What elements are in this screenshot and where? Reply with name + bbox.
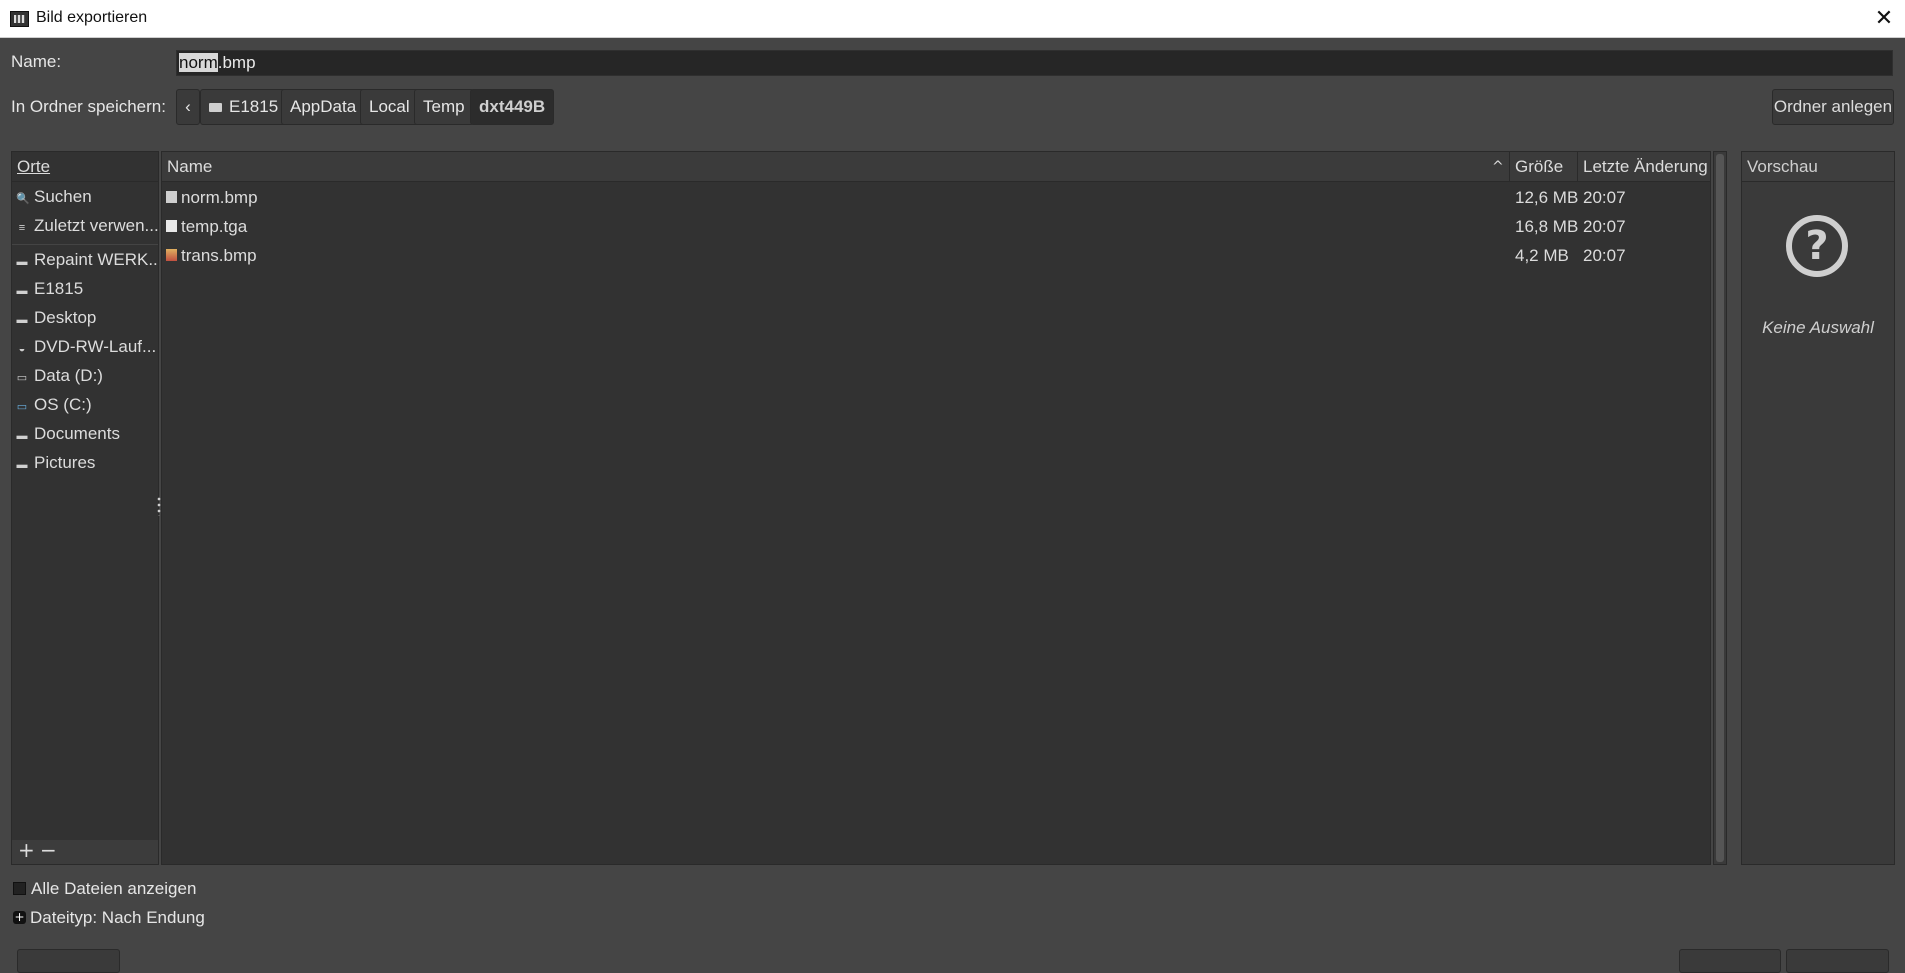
title-bar: Bild exportieren ✕ <box>0 0 1905 38</box>
preview-header: Vorschau <box>1742 152 1894 182</box>
place-label: E1815 <box>34 279 84 298</box>
image-file-icon <box>166 191 177 203</box>
sort-ascending-icon: ^ <box>1492 159 1504 175</box>
preview-panel: Vorschau ? Keine Auswahl <box>1741 151 1895 865</box>
file-type-expander[interactable]: Dateityp: Nach Endung <box>30 908 205 928</box>
folder-icon: ▬ <box>16 459 28 471</box>
image-file-icon <box>166 249 177 261</box>
column-size[interactable]: Größe <box>1510 152 1578 182</box>
file-row[interactable]: norm.bmp 12,6 MB 20:07 <box>162 183 1710 212</box>
place-desktop[interactable]: ▬ Desktop <box>12 304 158 332</box>
filename-rest-part: .bmp <box>217 53 256 72</box>
places-header: Orte <box>12 152 158 182</box>
breadcrumb-local[interactable]: Local <box>360 89 419 125</box>
place-label: Pictures <box>34 453 96 472</box>
place-e1815[interactable]: ▬ E1815 <box>12 275 158 303</box>
breadcrumb-dxt449b[interactable]: dxt449B <box>470 89 555 125</box>
place-search[interactable]: 🔍 Suchen <box>12 183 158 211</box>
file-row[interactable]: temp.tga 16,8 MB 20:07 <box>162 212 1710 241</box>
file-row[interactable]: trans.bmp 4,2 MB 20:07 <box>162 241 1710 270</box>
place-documents[interactable]: ▬ Documents <box>12 420 158 448</box>
help-button[interactable] <box>17 949 120 973</box>
file-name: norm.bmp <box>181 188 258 207</box>
folder-icon: ▬ <box>16 256 28 268</box>
save-folder-label: In Ordner speichern: <box>11 97 166 116</box>
folder-icon <box>209 103 222 112</box>
place-label: OS (C:) <box>34 395 92 414</box>
place-label: DVD-RW-Lauf... <box>34 337 157 356</box>
file-modified: 20:07 <box>1583 188 1626 207</box>
breadcrumb-appdata[interactable]: AppData <box>281 89 366 125</box>
column-name-label: Name <box>167 157 213 176</box>
file-size: 4,2 MB <box>1515 246 1569 265</box>
place-pictures[interactable]: ▬ Pictures <box>12 449 158 477</box>
places-footer: + − <box>12 838 158 864</box>
show-all-files-label[interactable]: Alle Dateien anzeigen <box>31 879 196 899</box>
place-label: Zuletzt verwen... <box>34 216 158 235</box>
file-name: temp.tga <box>181 217 248 236</box>
path-back-button[interactable]: ‹ <box>176 89 200 125</box>
close-icon[interactable]: ✕ <box>1868 4 1900 34</box>
breadcrumb-e1815[interactable]: E1815 <box>200 89 288 125</box>
optical-drive-icon: ◒ <box>18 343 26 355</box>
folder-icon: ▬ <box>16 285 28 297</box>
file-list-header: Name ^ Größe Letzte Änderung <box>162 152 1710 182</box>
app-icon <box>10 11 29 27</box>
window-title: Bild exportieren <box>36 9 148 26</box>
file-name: trans.bmp <box>181 246 257 265</box>
chevron-left-icon: ‹ <box>185 97 191 116</box>
folder-icon: ▬ <box>16 314 28 326</box>
filename-input[interactable]: norm.bmp <box>176 50 1893 76</box>
column-name[interactable]: Name <box>162 152 1510 182</box>
system-drive-icon: ▭ <box>16 401 28 413</box>
place-label: Desktop <box>34 308 97 327</box>
places-sidebar: Orte 🔍 Suchen ≡ Zuletzt verwen... ▬ Repaint… <box>11 151 159 865</box>
column-modified[interactable]: Letzte Änderung <box>1578 152 1710 182</box>
place-dvd[interactable]: ◒ DVD-RW-Lauf... <box>12 333 158 361</box>
search-icon: 🔍 <box>16 193 30 205</box>
places-separator <box>12 244 158 245</box>
no-selection-text: Keine Auswahl <box>1762 318 1874 337</box>
file-modified: 20:07 <box>1583 246 1626 265</box>
place-label: Repaint WERK... <box>34 250 158 269</box>
name-label: Name: <box>11 52 62 71</box>
create-folder-button[interactable]: Ordner anlegen <box>1772 89 1894 125</box>
breadcrumb-temp[interactable]: Temp <box>414 89 474 125</box>
add-bookmark-button[interactable]: + <box>18 838 35 862</box>
place-label: Suchen <box>34 187 92 206</box>
file-icon <box>166 220 177 232</box>
file-modified: 20:07 <box>1583 217 1626 236</box>
breadcrumb-label: E1815 <box>229 97 279 116</box>
place-label: Data (D:) <box>34 366 103 385</box>
vertical-scrollbar[interactable] <box>1713 151 1727 865</box>
file-size: 12,6 MB <box>1515 188 1579 207</box>
place-os-c[interactable]: ▭ OS (C:) <box>12 391 158 419</box>
cancel-button[interactable] <box>1786 949 1889 973</box>
place-label: Documents <box>34 424 120 443</box>
file-list: Name ^ Größe Letzte Änderung norm.bmp 12… <box>161 151 1711 865</box>
folder-icon: ▬ <box>16 430 28 442</box>
show-all-files-checkbox[interactable] <box>13 882 26 895</box>
expand-icon[interactable]: + <box>13 911 26 924</box>
scrollbar-thumb[interactable] <box>1716 154 1724 862</box>
export-button[interactable] <box>1679 949 1781 973</box>
place-data-d[interactable]: ▭ Data (D:) <box>12 362 158 390</box>
file-size: 16,8 MB <box>1515 217 1579 236</box>
place-recent[interactable]: ≡ Zuletzt verwen... <box>12 212 158 240</box>
remove-bookmark-button[interactable]: − <box>40 838 57 862</box>
recent-icon: ≡ <box>18 222 26 234</box>
filename-selected-part: norm <box>179 53 218 72</box>
place-repaint[interactable]: ▬ Repaint WERK... <box>12 246 159 274</box>
drive-icon: ▭ <box>16 372 28 384</box>
question-icon: ? <box>1786 215 1848 277</box>
